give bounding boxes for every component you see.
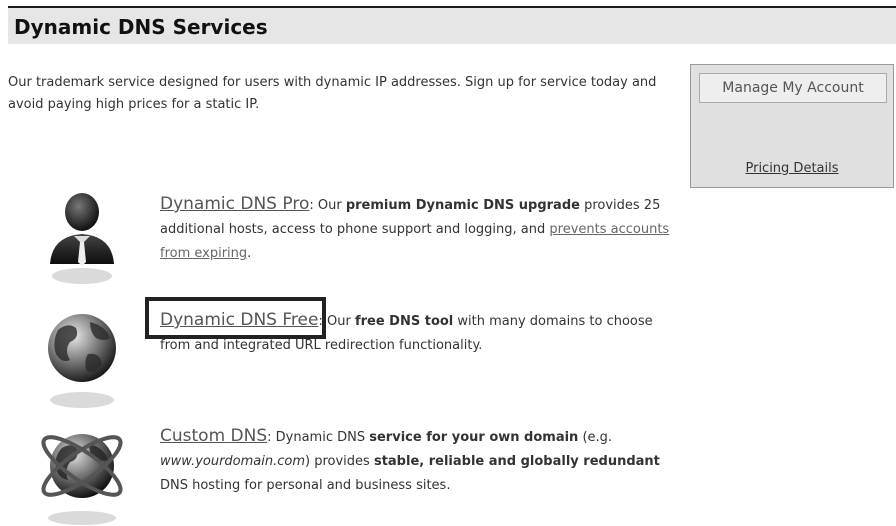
service-pro-sep: : Our <box>309 198 346 213</box>
service-free-bold: free DNS tool <box>354 314 454 329</box>
page: Dynamic DNS Services Our trademark servi… <box>0 0 896 526</box>
service-custom-example-domain: www.yourdomain.com <box>160 454 306 469</box>
dynamic-dns-free-link[interactable]: Dynamic DNS Free <box>160 310 318 330</box>
service-pro-end: . <box>247 246 252 261</box>
service-free-description: Dynamic DNS Free: Our free DNS tool with… <box>160 308 680 358</box>
page-title: Dynamic DNS Services <box>14 15 268 39</box>
service-pro-bold: premium Dynamic DNS upgrade <box>345 198 580 213</box>
service-custom-bold2: stable, reliable and globally redundant <box>373 454 660 469</box>
service-custom-description: Custom DNS: Dynamic DNS service for your… <box>160 424 680 498</box>
pricing-details-link[interactable]: Pricing Details <box>691 161 893 176</box>
service-free-sep: : Our <box>318 314 355 329</box>
dynamic-dns-pro-link[interactable]: Dynamic DNS Pro <box>160 194 309 214</box>
user-person-icon <box>50 193 114 284</box>
custom-dns-link[interactable]: Custom DNS <box>160 426 267 446</box>
service-custom-sep: : Dynamic DNS <box>267 430 370 445</box>
globe-icon <box>48 314 116 408</box>
manage-account-button[interactable]: Manage My Account <box>699 73 887 103</box>
service-custom-text2: ) provides <box>305 454 374 469</box>
service-pro-description: Dynamic DNS Pro: Our premium Dynamic DNS… <box>160 192 680 266</box>
service-custom-bold1: service for your own domain <box>369 430 579 445</box>
intro-text: Our trademark service designed for users… <box>8 75 657 112</box>
globe-orbit-icon <box>41 434 123 525</box>
service-custom-text1: (e.g. <box>578 430 613 445</box>
account-sidebox: Manage My Account Pricing Details <box>690 64 894 188</box>
service-custom-text3: DNS hosting for personal and business si… <box>160 478 451 493</box>
